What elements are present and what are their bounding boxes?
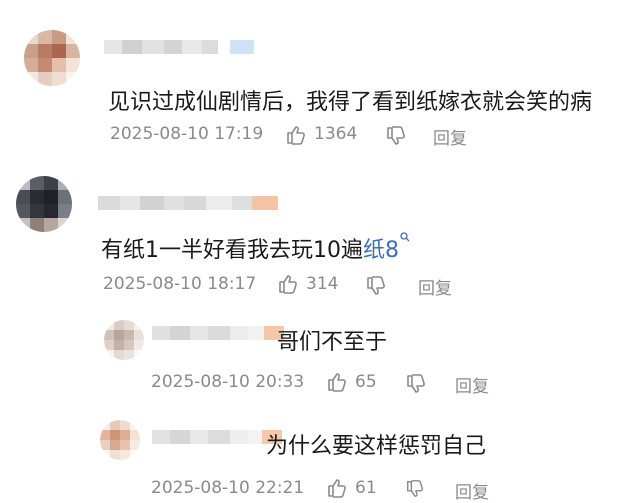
like-count: 314 [306,274,339,294]
reply-button[interactable]: 回复 [455,478,489,503]
avatar[interactable] [104,320,144,360]
dislike-icon[interactable] [365,275,387,297]
topic-link[interactable]: 纸8 [363,232,410,263]
reply-button[interactable]: 回复 [455,372,489,397]
avatar[interactable] [16,176,72,232]
like-count: 65 [355,372,377,392]
comment-text: 哥们不至于 [277,330,388,355]
comment-text: 为什么要这样惩罚自己 [266,434,487,459]
like-icon[interactable] [285,124,307,146]
timestamp: 2025-08-10 22:21 [151,478,305,498]
timestamp: 2025-08-10 18:17 [103,274,257,294]
comment-text: 见识过成仙剧情后，我得了看到纸嫁衣就会笑的病 [108,90,593,115]
like-count: 1364 [314,124,358,144]
username[interactable] [98,196,278,210]
reply-button[interactable]: 回复 [418,274,452,299]
username[interactable] [152,430,282,444]
username[interactable] [104,40,254,54]
avatar[interactable] [100,420,140,460]
dislike-icon[interactable] [405,373,427,395]
comment-text: 有纸1一半好看我去玩10遍纸8 [101,232,410,264]
like-icon[interactable] [326,477,348,499]
reply-button[interactable]: 回复 [433,124,467,149]
like-count: 61 [355,478,377,498]
username[interactable] [152,326,284,340]
avatar[interactable] [24,30,80,86]
timestamp: 2025-08-10 17:19 [110,124,264,144]
search-icon [400,232,410,242]
topic-link-text: 纸8 [363,238,399,263]
dislike-icon[interactable] [385,125,407,147]
like-icon[interactable] [326,371,348,393]
timestamp: 2025-08-10 20:33 [151,372,305,392]
dislike-icon[interactable] [405,479,425,499]
comment-body: 有纸1一半好看我去玩10遍 [101,238,363,263]
like-icon[interactable] [277,273,299,295]
